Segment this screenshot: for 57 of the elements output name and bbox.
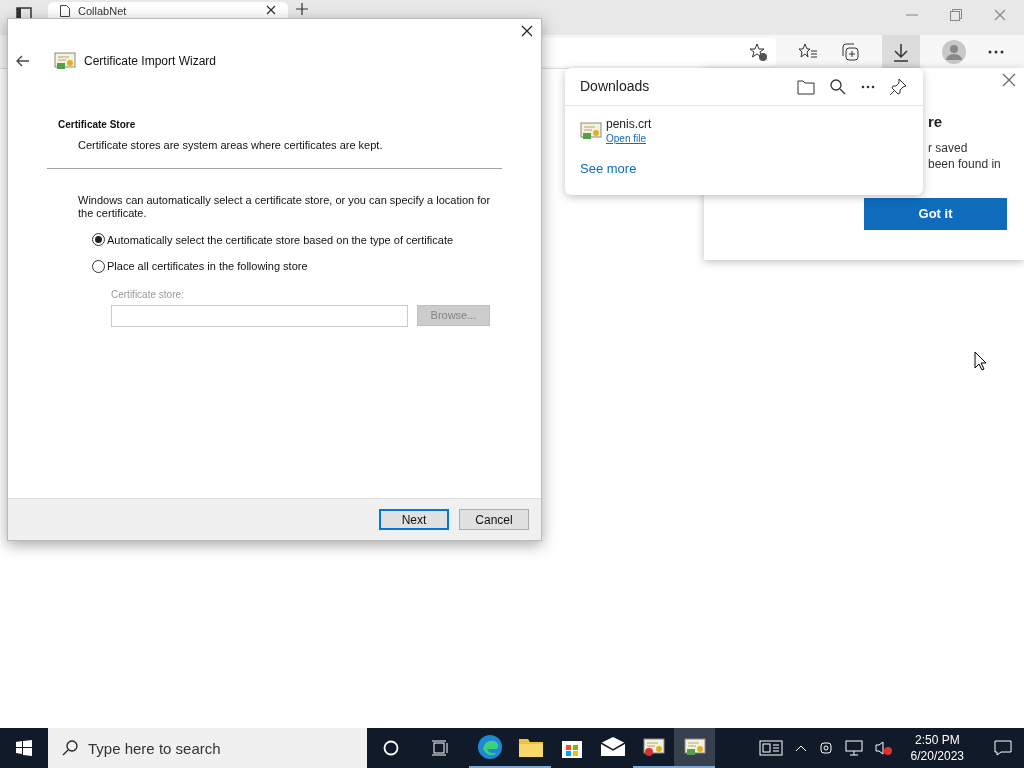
section-title: Certificate Store — [58, 118, 137, 132]
section-subtitle: Certificate stores are system areas where certificates are kept. — [77, 138, 384, 153]
windows-start-icon[interactable] — [16, 740, 32, 756]
tab-title: CollabNet — [78, 5, 128, 17]
downloads-button[interactable] — [882, 34, 920, 69]
restore-icon[interactable] — [950, 9, 962, 21]
notification-icon[interactable] — [994, 740, 1012, 756]
tip-text: been found in — [928, 155, 1002, 172]
network-icon[interactable] — [844, 740, 863, 756]
more-icon[interactable] — [861, 84, 875, 89]
certificate-icon — [54, 51, 76, 71]
new-tab-icon[interactable] — [296, 3, 308, 15]
clock-time: 2:50 PM — [914, 732, 960, 748]
certificate-icon — [683, 737, 706, 757]
file-name: penis.crt — [606, 117, 652, 132]
profile-avatar[interactable] — [942, 39, 966, 64]
next-button[interactable]: Next — [379, 509, 449, 530]
chevron-up-icon[interactable] — [794, 744, 807, 752]
open-file-link[interactable]: Open file — [606, 132, 652, 145]
got-it-button[interactable]: Got it — [864, 197, 1007, 230]
certificate-icon — [580, 121, 602, 141]
see-more-link[interactable]: See more — [580, 159, 637, 179]
mail-icon — [599, 737, 626, 757]
cortana-icon[interactable] — [383, 740, 399, 756]
back-arrow-icon[interactable] — [16, 55, 30, 67]
cursor-icon — [974, 351, 987, 371]
download-icon — [892, 41, 910, 62]
news-icon[interactable] — [758, 740, 783, 756]
panel-title: Downloads — [580, 77, 651, 96]
search-box[interactable]: Type here to search — [48, 728, 367, 768]
folder-icon — [517, 736, 544, 758]
page-icon — [60, 5, 70, 17]
close-icon[interactable] — [521, 25, 533, 37]
window-title: Certificate Import Wizard — [84, 53, 217, 70]
radio-option[interactable]: Place all certificates in the following store — [92, 258, 308, 275]
folder-icon[interactable] — [797, 78, 815, 95]
volume-muted-icon[interactable] — [874, 740, 893, 756]
certificate-error-icon — [642, 737, 665, 757]
close-tab-icon[interactable] — [266, 5, 276, 15]
task-view-icon[interactable] — [431, 740, 449, 756]
cancel-button[interactable]: Cancel — [459, 509, 529, 530]
camera-icon[interactable] — [818, 740, 833, 756]
clock-date: 6/20/2023 — [910, 748, 964, 764]
pin-icon[interactable] — [889, 77, 907, 96]
add-favorite-icon[interactable] — [748, 41, 768, 62]
clock[interactable]: 2:50 PM 6/20/2023 — [904, 732, 970, 764]
search-icon — [62, 740, 78, 756]
collections-icon[interactable] — [840, 41, 860, 62]
more-icon[interactable] — [988, 49, 1004, 54]
tip-heading: re — [928, 112, 944, 132]
edge-icon — [476, 734, 503, 760]
option-label: Place all certificates in the following store — [107, 259, 308, 274]
taskbar-app[interactable] — [674, 728, 715, 768]
description: Windows can automatically select a certificate store, or you can specify a location for the certificate. — [78, 193, 492, 220]
field-label: Certificate store: — [111, 287, 185, 302]
search-icon[interactable] — [829, 77, 847, 96]
tip-text: r saved — [928, 139, 969, 156]
